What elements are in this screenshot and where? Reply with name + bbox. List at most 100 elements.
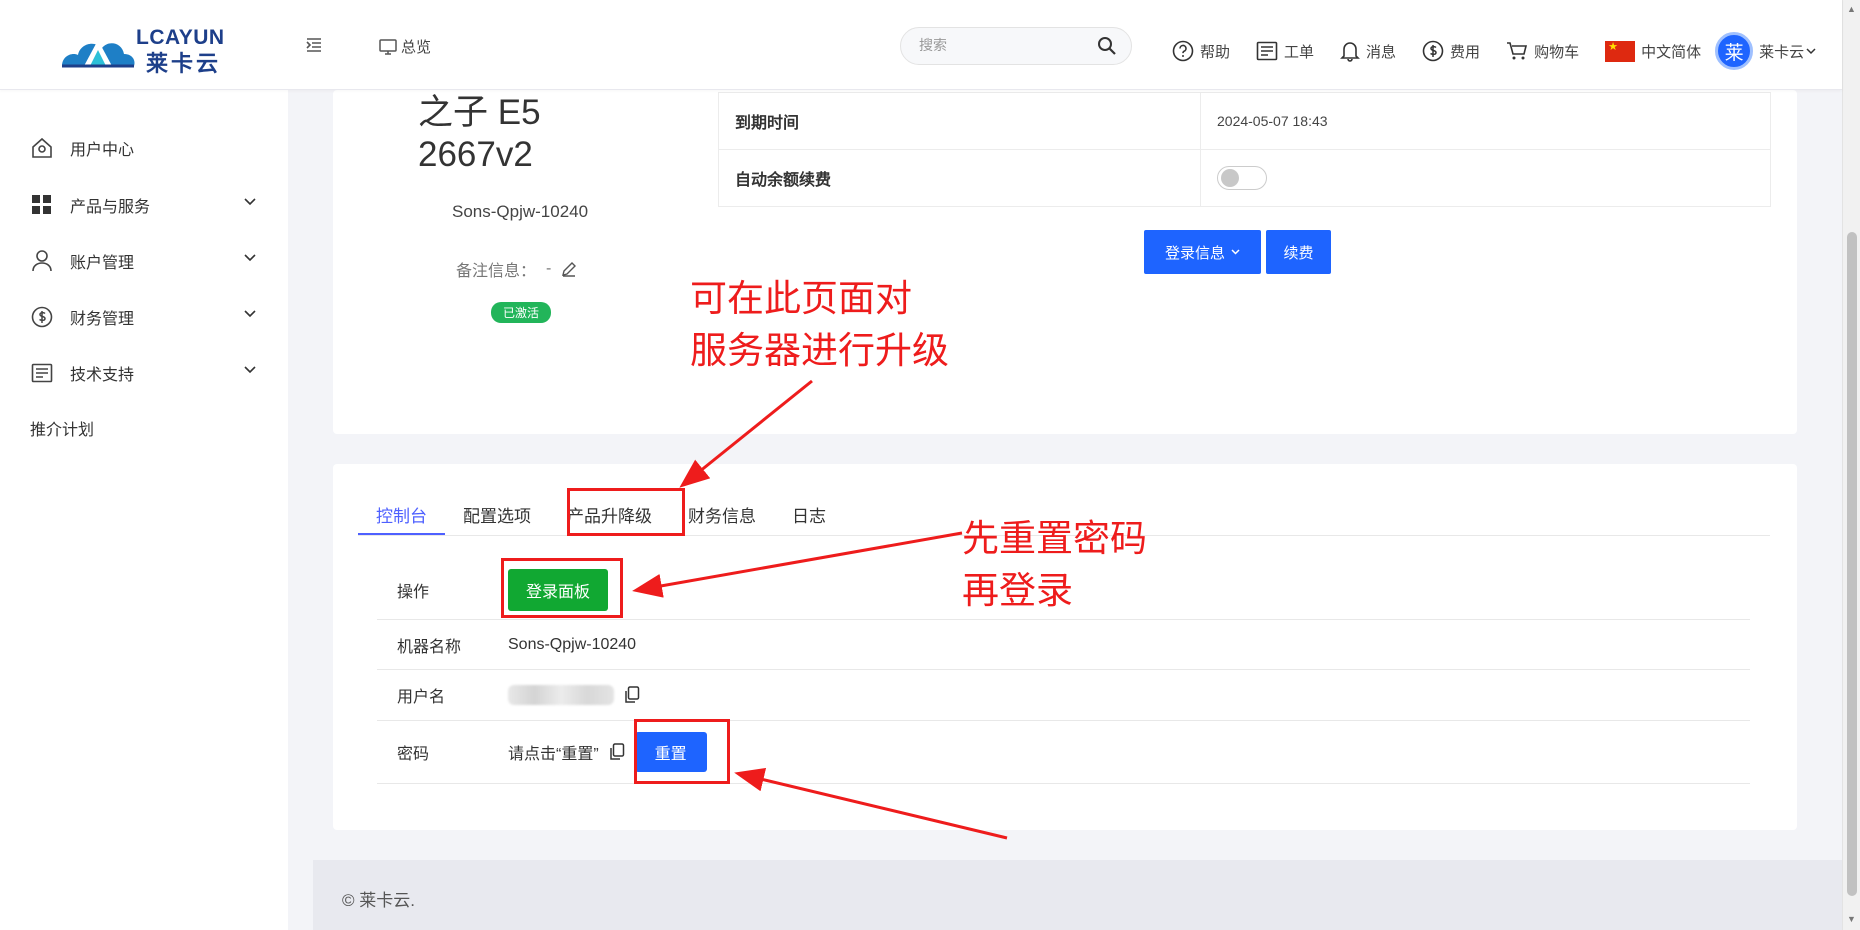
monitor-icon xyxy=(379,38,397,55)
table-row: 机器名称 Sons-Qpjw-10240 xyxy=(377,620,1750,670)
copy-icon[interactable] xyxy=(609,743,625,761)
cart-link[interactable]: 购物车 xyxy=(1506,41,1579,62)
grid-icon xyxy=(30,193,54,217)
cart-label: 购物车 xyxy=(1534,43,1580,61)
top-header: LCAYUN 莱卡云 总览 帮助 工单 消息 费用 xyxy=(0,0,1842,90)
annotation-reset-line1: 先重置密码 xyxy=(962,517,1147,560)
remark-value: - xyxy=(546,260,552,277)
copy-icon[interactable] xyxy=(624,686,640,704)
edit-icon[interactable] xyxy=(561,261,577,277)
logo-subtext: 莱卡云 xyxy=(146,51,222,76)
dollar-icon xyxy=(30,305,54,329)
chevron-down-icon xyxy=(1806,48,1816,55)
sidebar-item-finance[interactable]: 财务管理 xyxy=(30,302,258,332)
tab-finance-info[interactable]: 财务信息 xyxy=(670,488,774,535)
tab-config-options[interactable]: 配置选项 xyxy=(445,488,549,535)
auto-renew-cell xyxy=(1200,149,1771,207)
username-label: 用户名 xyxy=(397,689,446,706)
annotation-reset-line2: 再登录 xyxy=(962,569,1073,612)
language-selector[interactable]: 中文简体 xyxy=(1605,40,1702,62)
chevron-down-icon xyxy=(244,366,256,374)
operation-label: 操作 xyxy=(397,583,430,601)
messages-label: 消息 xyxy=(1366,43,1397,61)
help-label: 帮助 xyxy=(1200,43,1231,61)
table-row: 到期时间 2024-05-07 18:43 xyxy=(718,92,1771,150)
tab-logs[interactable]: 日志 xyxy=(774,488,844,535)
chevron-down-icon xyxy=(244,310,256,318)
auto-renew-toggle[interactable] xyxy=(1217,166,1267,190)
avatar: 莱 xyxy=(1715,32,1754,70)
sidebar-item-label: 用户中心 xyxy=(70,142,135,159)
logo[interactable]: LCAYUN 莱卡云 xyxy=(58,22,238,76)
language-label: 中文简体 xyxy=(1641,43,1702,61)
renew-button[interactable]: 续费 xyxy=(1266,230,1331,274)
login-info-label: 登录信息 xyxy=(1164,244,1225,262)
overview-label: 总览 xyxy=(401,39,432,56)
scroll-up-icon[interactable]: ▲ xyxy=(1847,4,1856,14)
annotation-upgrade-line1: 可在此页面对 xyxy=(690,277,912,320)
billing-label: 费用 xyxy=(1450,43,1481,61)
sidebar-item-label: 产品与服务 xyxy=(70,199,151,216)
scrollbar-thumb[interactable] xyxy=(1847,232,1857,896)
help-link[interactable]: 帮助 xyxy=(1172,40,1230,62)
sidebar-item-user-center[interactable]: 用户中心 xyxy=(30,133,258,163)
sidebar-item-products[interactable]: 产品与服务 xyxy=(30,190,258,220)
logo-cloud-icon xyxy=(62,40,135,68)
product-name-line1: 之子 E5 xyxy=(418,93,541,132)
ticket-icon xyxy=(1256,41,1278,61)
dollar-icon xyxy=(1422,40,1444,62)
chevron-down-icon xyxy=(244,254,256,262)
help-icon xyxy=(1172,40,1194,62)
search-box xyxy=(900,27,1132,65)
sidebar-item-referral[interactable]: 推介计划 xyxy=(30,413,258,443)
user-icon xyxy=(30,249,54,273)
auto-renew-label: 自动余额续费 xyxy=(718,149,1201,207)
table-row: 自动余额续费 xyxy=(718,149,1771,207)
billing-link[interactable]: 费用 xyxy=(1422,40,1480,62)
annotation-box-upgrade-tab xyxy=(567,488,685,536)
blurred-username xyxy=(508,685,614,705)
tab-console[interactable]: 控制台 xyxy=(358,488,445,535)
bell-icon xyxy=(1340,42,1360,62)
page-scrollbar[interactable]: ▲ ▼ xyxy=(1842,0,1860,930)
search-icon[interactable] xyxy=(1097,36,1117,61)
username-label: 莱卡云 xyxy=(1759,43,1805,61)
ticket-link[interactable]: 工单 xyxy=(1256,41,1314,62)
remark-label: 备注信息： xyxy=(456,263,537,280)
host-id: Sons-Qpjw-10240 xyxy=(452,202,589,221)
scroll-down-icon[interactable]: ▼ xyxy=(1847,914,1856,924)
login-info-button[interactable]: 登录信息 xyxy=(1144,230,1261,274)
sidebar-item-label: 技术支持 xyxy=(70,367,135,384)
search-input[interactable] xyxy=(919,37,1079,53)
messages-link[interactable]: 消息 xyxy=(1340,40,1396,62)
home-icon xyxy=(30,136,54,160)
chevron-down-icon xyxy=(1231,249,1240,255)
expire-value: 2024-05-07 18:43 xyxy=(1200,92,1771,150)
overview-link[interactable]: 总览 xyxy=(379,36,431,57)
remark-row: 备注信息： - xyxy=(456,257,577,281)
sidebar: 用户中心 产品与服务 账户管理 财务管理 技术支持 推介计划 xyxy=(0,90,288,930)
china-flag-icon xyxy=(1605,40,1636,62)
chevron-down-icon xyxy=(244,198,256,206)
password-hint: 请点击“重置” xyxy=(508,746,599,763)
ticket-label: 工单 xyxy=(1284,43,1315,61)
table-row: 密码 请点击“重置” 重置 xyxy=(377,721,1750,784)
footer: © 莱卡云. xyxy=(313,860,1842,930)
sidebar-item-account[interactable]: 账户管理 xyxy=(30,246,258,276)
password-label: 密码 xyxy=(397,746,430,763)
sidebar-item-label: 推介计划 xyxy=(30,422,95,439)
product-info-table: 到期时间 2024-05-07 18:43 自动余额续费 xyxy=(718,92,1771,207)
status-badge: 已激活 xyxy=(491,302,552,323)
expire-label: 到期时间 xyxy=(718,92,1201,150)
sidebar-item-label: 账户管理 xyxy=(70,255,135,272)
machine-name-label: 机器名称 xyxy=(397,638,462,656)
sidebar-collapse-icon[interactable] xyxy=(305,36,323,59)
cart-icon xyxy=(1507,42,1528,60)
annotation-box-reset xyxy=(634,719,730,784)
annotation-upgrade-note: 可在此页面对 服务器进行升级 xyxy=(690,273,949,377)
product-name: 之子 E5 2667v2 xyxy=(418,92,541,176)
user-menu[interactable]: 莱 莱卡云 xyxy=(1715,32,1816,70)
document-icon xyxy=(30,361,54,385)
sidebar-item-support[interactable]: 技术支持 xyxy=(30,358,258,388)
username-value xyxy=(508,685,640,705)
